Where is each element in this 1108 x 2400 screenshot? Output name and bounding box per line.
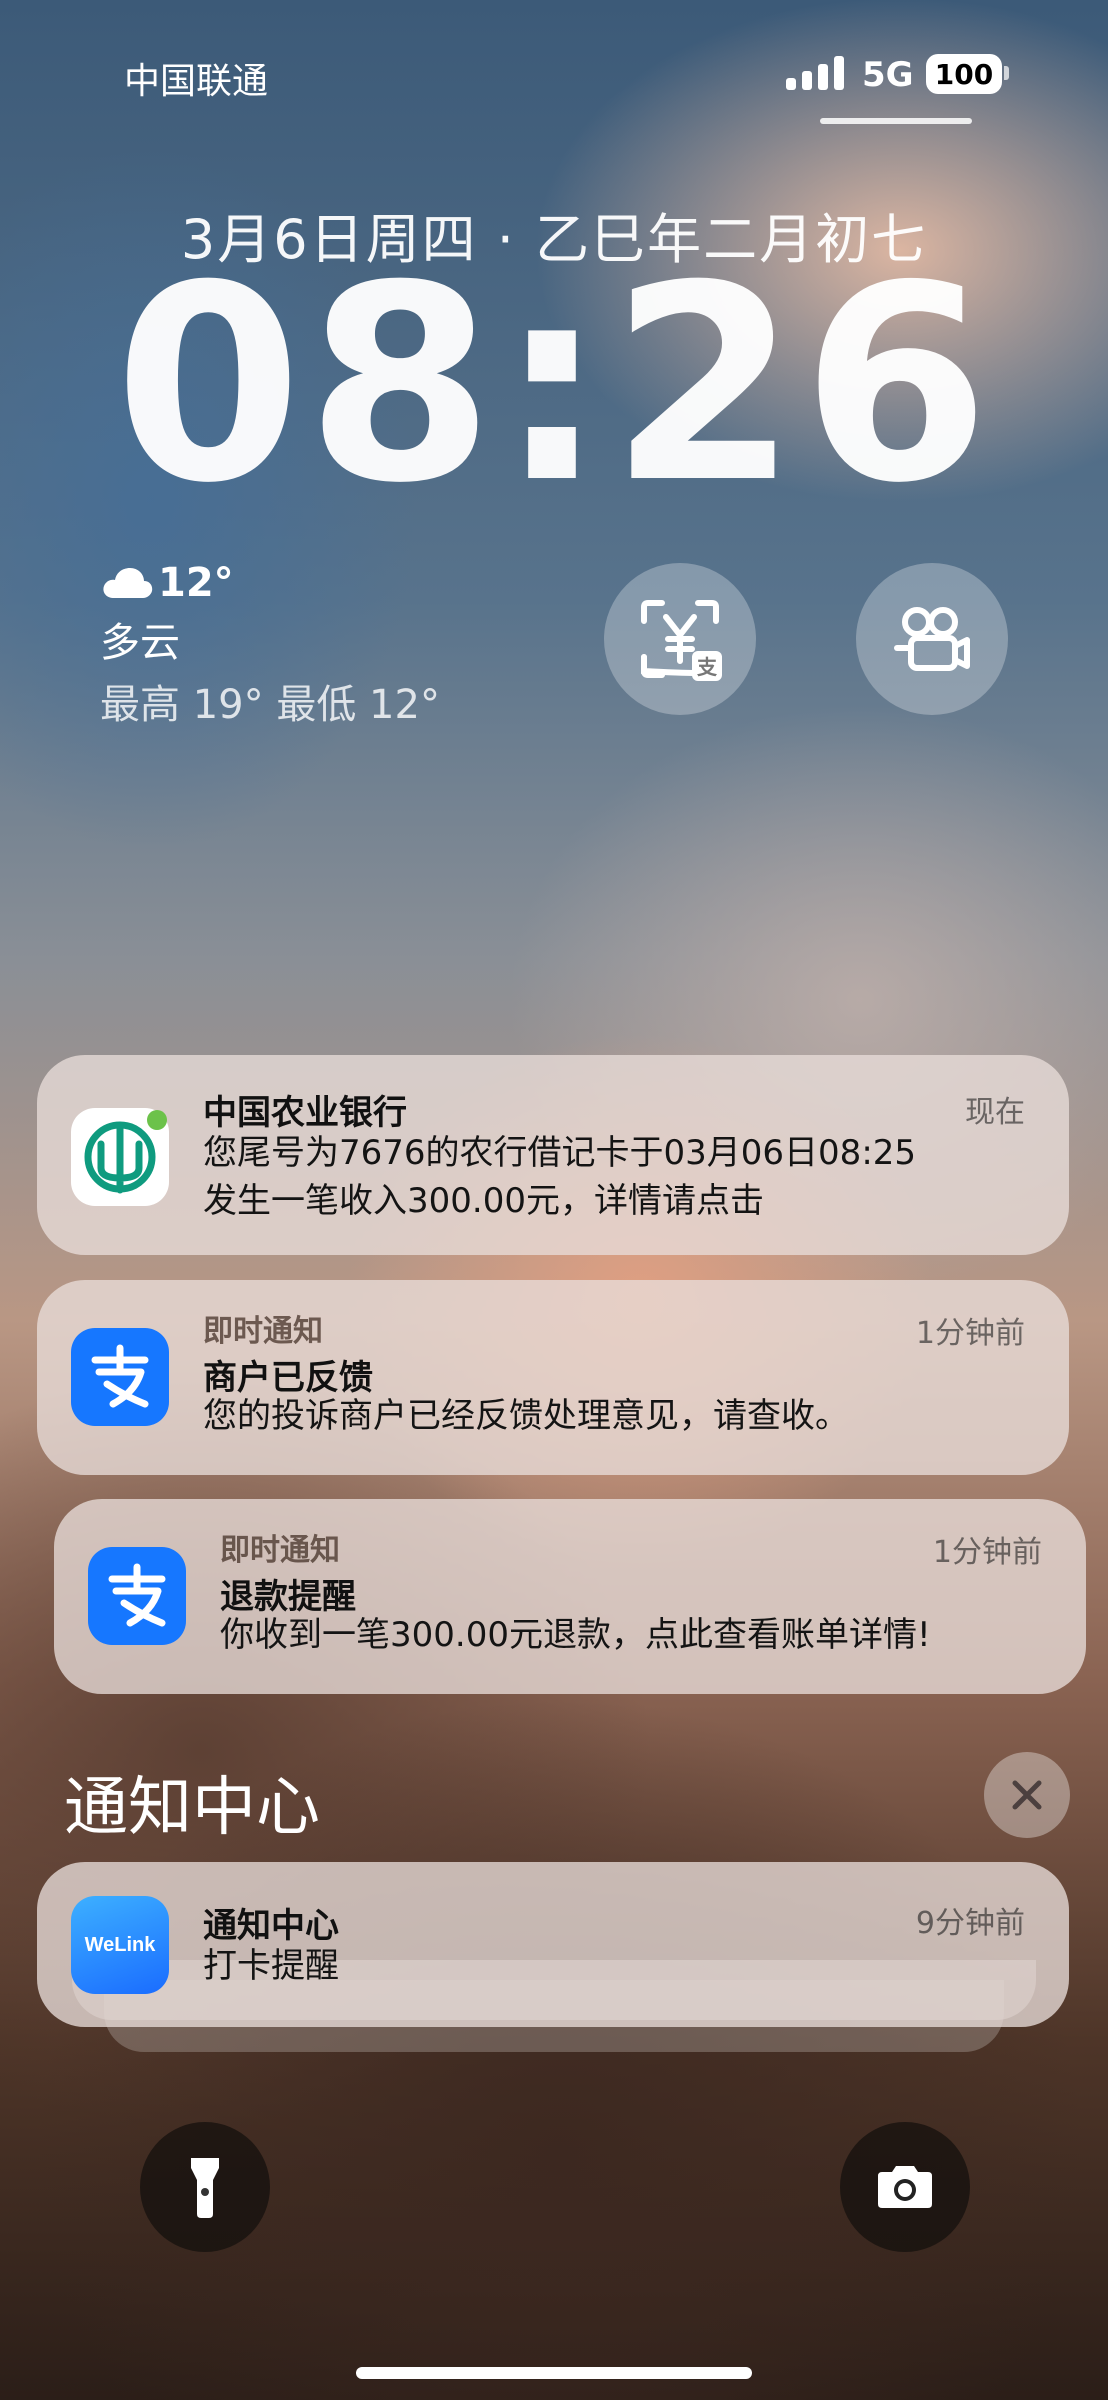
network-type: 5G (862, 55, 914, 95)
welink-icon-text: WeLink (84, 1933, 156, 1956)
alipay-icon (71, 1328, 169, 1426)
home-indicator[interactable] (356, 2367, 752, 2379)
welink-app-icon: WeLink (71, 1896, 169, 1994)
notification-time: 现在 (965, 1095, 1025, 1130)
notification-body: 打卡提醒 (203, 1946, 339, 1986)
notification-body-line2: 发生一笔收入300.00元，详情请点击 (203, 1181, 764, 1221)
video-camera-icon (894, 607, 970, 671)
alipay-payment-widget[interactable]: 支 (604, 563, 756, 715)
svg-text:支: 支 (697, 655, 718, 679)
notification-time: 1分钟前 (915, 1316, 1025, 1351)
flashlight-icon (191, 2158, 219, 2218)
control-center-indicator[interactable] (820, 118, 972, 124)
notification-time: 1分钟前 (932, 1535, 1042, 1570)
notification-time: 9分钟前 (915, 1906, 1025, 1941)
weather-condition: 多云 (100, 620, 180, 666)
notification-body: 你收到一笔300.00元退款，点此查看账单详情! (220, 1615, 931, 1655)
camera-button[interactable] (840, 2122, 970, 2252)
carrier-name: 中国联通 (124, 61, 269, 102)
signal-icon (786, 56, 844, 90)
notification-title: 通知中心 (203, 1906, 339, 1946)
weather-range: 最高 19° 最低 12° (100, 682, 440, 728)
weather-widget[interactable]: 12° 多云 最高 19° 最低 12° (100, 560, 440, 730)
battery-cap (1004, 66, 1009, 80)
battery-level: 100 (934, 57, 994, 91)
camera-icon (878, 2166, 932, 2208)
video-widget[interactable] (856, 563, 1008, 715)
notification-body: 您的投诉商户已经反馈处理意见，请查收。 (203, 1396, 849, 1436)
notification-alipay-feedback[interactable]: 即时通知 1分钟前 商户已反馈 您的投诉商户已经反馈处理意见，请查收。 (37, 1280, 1069, 1475)
flashlight-button[interactable] (140, 2122, 270, 2252)
lock-clock: 08:26 (114, 227, 994, 542)
notification-subtitle: 即时通知 (220, 1533, 340, 1568)
notification-group-welink[interactable]: WeLink 通知中心 9分钟前 打卡提醒 (37, 1862, 1069, 2027)
alipay-icon (88, 1547, 186, 1645)
status-bar: 中国联通 5G 100 (0, 0, 1108, 150)
yuan-pay-icon: 支 (641, 600, 722, 681)
notification-body-line1: 您尾号为7676的农行借记卡于03月06日08:25 (203, 1133, 917, 1173)
cloud-icon (103, 568, 153, 598)
weather-temperature: 12° (158, 560, 234, 606)
notification-alipay-refund[interactable]: 即时通知 1分钟前 退款提醒 你收到一笔300.00元退款，点此查看账单详情! (54, 1499, 1086, 1694)
notification-abc-bank[interactable]: 中国农业银行 现在 您尾号为7676的农行借记卡于03月06日08:25 发生一… (37, 1055, 1069, 1255)
battery-icon: 100 (926, 54, 1002, 94)
notification-title: 中国农业银行 (203, 1093, 407, 1133)
abc-bank-icon (71, 1108, 169, 1206)
notification-center-title: 通知中心 (64, 1771, 320, 1845)
notification-subtitle: 即时通知 (203, 1314, 323, 1349)
close-icon[interactable] (984, 1752, 1070, 1838)
